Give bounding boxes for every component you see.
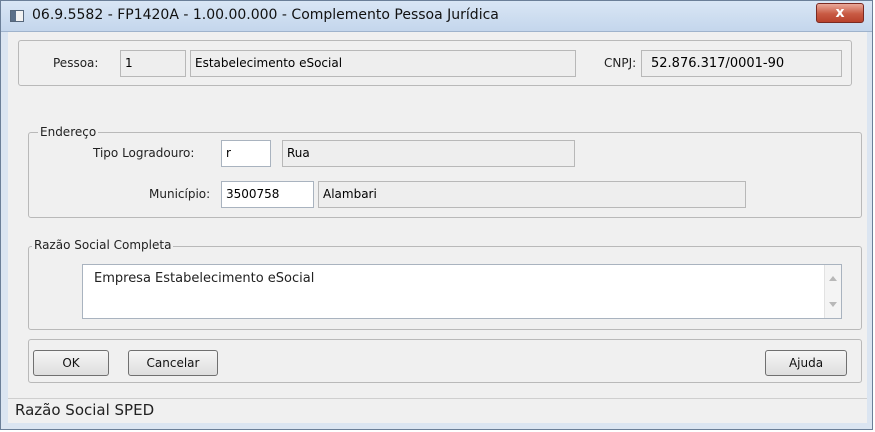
close-button[interactable]: x <box>816 3 864 23</box>
endereco-legend: Endereço <box>38 125 99 139</box>
tipo-logradouro-label: Tipo Logradouro: <box>93 146 195 160</box>
pessoa-code-field: 1 <box>120 50 186 77</box>
municipio-label: Município: <box>149 187 211 201</box>
help-button[interactable]: Ajuda <box>765 350 847 376</box>
title-bar[interactable]: 06.9.5582 - FP1420A - 1.00.00.000 - Comp… <box>1 1 872 32</box>
scroll-up-icon[interactable] <box>829 276 837 281</box>
municipio-input[interactable]: 3500758 <box>221 181 314 208</box>
status-text: Razão Social SPED <box>15 401 155 419</box>
tipo-logradouro-desc: Rua <box>282 140 575 167</box>
razao-social-scrollbar[interactable] <box>824 265 841 318</box>
status-bar: Razão Social SPED <box>8 398 867 423</box>
razao-social-textarea[interactable]: Empresa Estabelecimento eSocial <box>82 264 842 319</box>
razao-social-legend: Razão Social Completa <box>32 238 174 252</box>
cnpj-label: CNPJ: <box>604 56 637 70</box>
app-icon <box>10 10 24 22</box>
window-title: 06.9.5582 - FP1420A - 1.00.00.000 - Comp… <box>32 7 499 23</box>
scroll-down-icon[interactable] <box>829 302 837 307</box>
pessoa-label: Pessoa: <box>53 56 99 70</box>
razao-social-text: Empresa Estabelecimento eSocial <box>94 271 315 286</box>
cancel-button[interactable]: Cancelar <box>128 350 218 376</box>
municipio-desc: Alambari <box>318 181 746 208</box>
dialog-window: 06.9.5582 - FP1420A - 1.00.00.000 - Comp… <box>0 0 873 430</box>
dialog-content: Pessoa: 1 Estabelecimento eSocial CNPJ: … <box>8 32 867 423</box>
ok-button[interactable]: OK <box>33 350 109 376</box>
pessoa-name-field: Estabelecimento eSocial <box>190 50 576 77</box>
cnpj-field: 52.876.317/0001-90 <box>641 50 842 77</box>
tipo-logradouro-input[interactable]: r <box>221 140 271 167</box>
